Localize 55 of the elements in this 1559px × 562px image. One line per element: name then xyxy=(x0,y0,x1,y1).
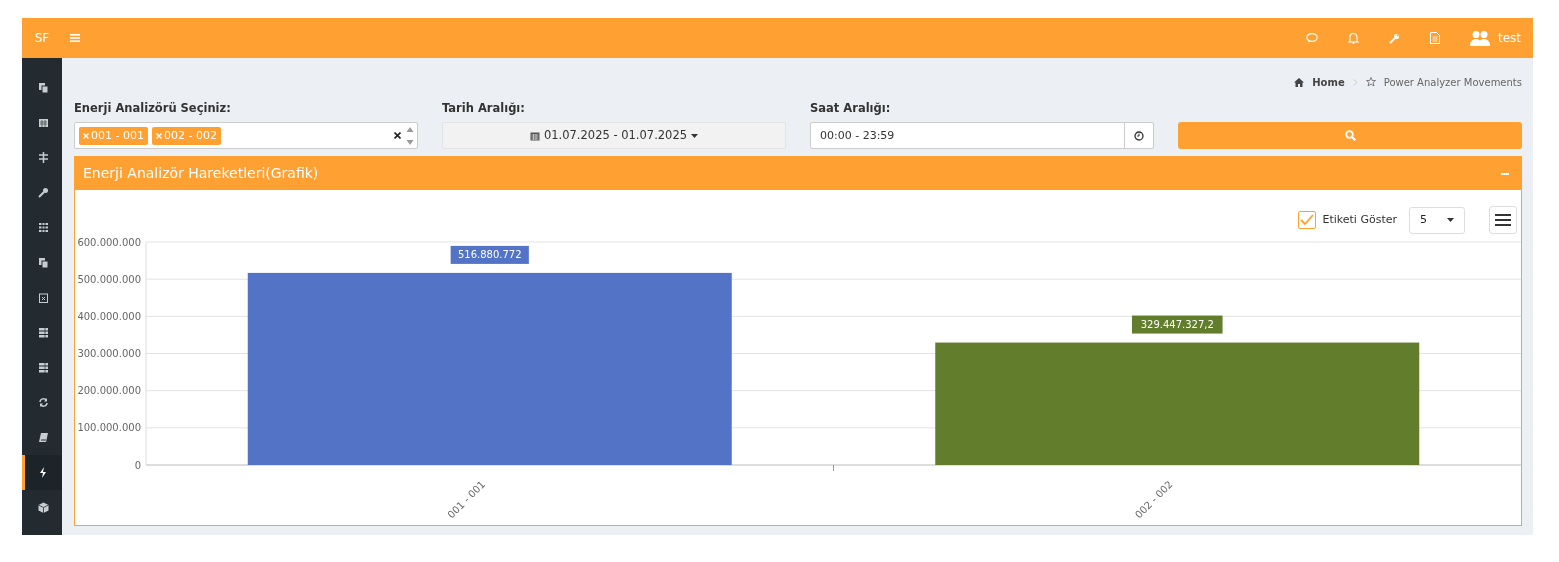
y-axis-label: 300.000.000 xyxy=(77,348,141,360)
count-select[interactable]: 5 xyxy=(1409,206,1465,234)
calendar-icon xyxy=(38,117,49,128)
users-icon xyxy=(1469,30,1490,46)
book-icon xyxy=(38,432,49,443)
field-label: Saat Aralığı: xyxy=(810,100,892,117)
panel-title: Enerji Analizör Hareketleri(Grafik) xyxy=(83,164,319,184)
spinner-arrows-icon[interactable] xyxy=(406,125,414,146)
date-range-picker[interactable]: 01.07.2025 - 01.07.2025 xyxy=(442,122,786,150)
y-axis-label: 400.000.000 xyxy=(77,311,141,323)
checkbox[interactable] xyxy=(1298,211,1317,230)
field-label: Tarih Aralığı: xyxy=(442,100,526,117)
list-icon xyxy=(38,327,49,338)
wrench-icon xyxy=(38,187,49,198)
x-axis-label: 001 - 001 xyxy=(445,478,488,521)
breadcrumb-link[interactable]: Home xyxy=(1312,74,1345,90)
home-icon xyxy=(1294,77,1305,87)
value-label: 329.447.327,2 xyxy=(1131,315,1223,334)
value-label: 516.880.772 xyxy=(450,246,529,265)
chevron-icon xyxy=(1352,78,1358,86)
y-axis-label: 500.000.000 xyxy=(77,273,141,285)
star-icon xyxy=(1365,77,1376,87)
date-range-value: 01.07.2025 - 01.07.2025 xyxy=(543,127,688,145)
caret-icon xyxy=(1447,218,1454,223)
copy-icon xyxy=(38,82,49,93)
clock-icon xyxy=(1134,130,1144,141)
sidebar-item[interactable] xyxy=(22,455,62,490)
refresh-icon xyxy=(38,397,49,408)
clear-icon[interactable] xyxy=(394,132,401,140)
list-icon xyxy=(38,362,49,373)
analyzer-select[interactable]: 001 - 001 002 - 002 xyxy=(74,122,418,150)
copy-icon xyxy=(38,257,49,268)
selected-tag[interactable]: 002 - 002 xyxy=(151,126,221,145)
menu-icon xyxy=(1495,214,1511,227)
cube-icon xyxy=(38,502,49,513)
breadcrumb-current: Power Analyzer Movements xyxy=(1383,75,1522,90)
brand-logo[interactable]: SF xyxy=(22,29,62,47)
x-axis-label: 002 - 002 xyxy=(1132,478,1175,521)
calendar-icon xyxy=(38,292,49,303)
bolt-icon xyxy=(38,467,49,478)
grid-icon xyxy=(38,222,49,233)
caret-icon xyxy=(691,133,699,138)
selected-tag[interactable]: 001 - 001 xyxy=(79,126,148,145)
menu-button[interactable] xyxy=(1489,206,1517,235)
y-axis-label: 100.000.000 xyxy=(77,422,141,434)
y-axis-label: 200.000.000 xyxy=(77,385,141,397)
signpost-icon xyxy=(38,152,49,163)
field-label: Enerji Analizörü Seçiniz: xyxy=(74,100,232,117)
checkbox-label: Etiketi Göster xyxy=(1322,212,1397,228)
search-icon xyxy=(1344,130,1356,142)
y-axis-label: 0 xyxy=(134,459,141,471)
calendar-icon xyxy=(529,130,540,141)
time-range-field[interactable]: 00:00 - 23:59 xyxy=(810,122,1154,150)
user-menu[interactable]: test xyxy=(1469,29,1521,47)
y-axis-label: 600.000.000 xyxy=(77,236,141,248)
